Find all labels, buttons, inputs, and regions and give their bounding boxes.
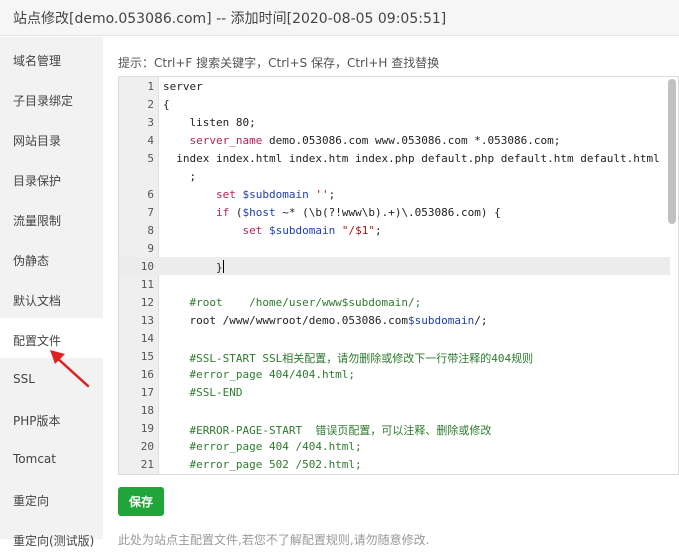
sidebar-item-site-dir[interactable]: 网站目录 [0,118,103,158]
text-cursor [222,260,224,273]
code-line: 5 index index.html index.htm index.php d… [119,149,670,167]
code-line: 17 #SSL-END [119,383,670,401]
dialog-titlebar: 站点修改[demo.053086.com] -- 添加时间[2020-08-05… [0,0,679,36]
line-number: 18 [140,404,154,417]
line-number: 4 [147,134,154,147]
sidebar-item-subdir-binding[interactable]: 子目录绑定 [0,78,103,118]
line-number: 17 [140,386,154,399]
line-number: 19 [140,422,154,435]
line-number: 15 [140,350,154,363]
code-text: set $subdomain "/$1"; [242,224,382,237]
annotation-arrow-icon [50,350,90,388]
code-text: root /www/wwwroot/demo.053086.com$subdom… [163,314,488,327]
code-text: listen 80; [163,116,256,129]
code-text: } [163,260,224,274]
line-number: 5 [147,152,154,165]
code-line: 16 #error_page 404/404.html; [119,365,670,383]
code-text: #error_page 404/404.html; [163,368,356,381]
code-text: server [163,80,203,93]
line-number: 7 [147,206,154,219]
code-line: 8 set $subdomain "/$1"; [119,221,670,239]
code-line: 20 #error_page 404 /404.html; [119,437,670,455]
sidebar-item-label: 重定向 [13,494,50,508]
sidebar-item-traffic-limit[interactable]: 流量限制 [0,198,103,238]
line-number: 12 [140,296,154,309]
sidebar-item-label: 网站目录 [13,134,62,148]
code-text: #root /home/user/www$subdomain/; [163,296,422,309]
code-line: 14 [119,329,670,347]
code-line: 13 root /www/wwwroot/demo.053086.com$sub… [119,311,670,329]
line-number: 8 [147,224,154,237]
code-text: #SSL-START SSL相关配置，请勿删除或修改下一行带注释的404规则 [163,352,534,365]
code-line: 2{ [119,95,670,113]
line-number: 6 [147,188,154,201]
sidebar-item-tomcat[interactable]: Tomcat [0,438,103,478]
sidebar-item-label: 域名管理 [13,54,62,68]
sidebar-item-label: 子目录绑定 [13,94,74,108]
config-warning-note: 此处为站点主配置文件,若您不了解配置规则,请勿随意修改. [118,533,430,547]
line-number: 9 [147,242,154,255]
code-line: 12 #root /home/user/www$subdomain/; [119,293,670,311]
code-line: 21 #error_page 502 /502.html; [119,455,670,473]
code-text: #SSL-END [163,386,243,399]
code-line: 3 listen 80; [119,113,670,131]
sidebar-item-label: 流量限制 [13,214,62,228]
code-line: 18 [119,401,670,419]
code-line: 6 set $subdomain ''; [119,185,670,203]
sidebar-item-label: SSL [13,372,35,386]
line-number: 14 [140,332,154,345]
code-line: 1 server [119,77,670,95]
sidebar-item-label: 伪静态 [13,254,50,268]
line-number: 16 [140,368,154,381]
code-text: { [163,98,170,111]
code-text: #error_page 502 /502.html; [163,458,362,471]
code-text: if ($host ~* (\b(?!www\b).+)\.053086.com… [215,206,501,219]
code-text: #error_page 404 /404.html; [163,440,362,453]
sidebar-item-label: Tomcat [13,452,56,466]
code-text: #ERROR-PAGE-START 错误页配置，可以注释、删除或修改 [163,424,492,437]
sidebar-item-label: 目录保护 [13,174,62,188]
sidebar-item-php-version[interactable]: PHP版本 [0,398,103,438]
code-text: set $subdomain ''; [215,188,336,201]
line-number: 1 [147,80,154,93]
line-number: 3 [147,116,154,129]
line-number: 21 [140,458,154,471]
sidebar-item-label: 重定向(测试版) [13,534,95,548]
sidebar-item-default-doc[interactable]: 默认文档 [0,278,103,318]
code-line: 15 #SSL-START SSL相关配置，请勿删除或修改下一行带注释的404规… [119,347,670,365]
sidebar-item-domain[interactable]: 域名管理 [0,38,103,78]
line-number: 13 [140,314,154,327]
dialog-title: 站点修改[demo.053086.com] -- 添加时间[2020-08-05… [13,11,447,27]
code-line: 19 #ERROR-PAGE-START 错误页配置，可以注释、删除或修改 [119,419,670,437]
code-line: 9 [119,239,670,257]
line-number: 11 [140,278,154,291]
code-text: server_name demo.053086.com www.053086.c… [189,134,561,147]
shortcut-hint: 提示：Ctrl+F 搜索关键字，Ctrl+S 保存，Ctrl+H 查找替换 [118,56,440,70]
sidebar-item-dir-protect[interactable]: 目录保护 [0,158,103,198]
code-line: 7 if ($host ~* (\b(?!www\b).+)\.053086.c… [119,203,670,221]
sidebar-item-label: 默认文档 [13,294,62,308]
code-line: 10 } [119,257,670,275]
sidebar-item-redirect-beta[interactable]: 重定向(测试版) [0,518,103,558]
line-number: 2 [147,98,154,111]
code-text: ; [163,170,197,183]
save-button[interactable]: 保存 [118,487,164,516]
line-number: 20 [140,440,154,453]
sidebar-item-label: PHP版本 [13,414,61,428]
code-line: 11 [119,275,670,293]
sidebar-item-redirect[interactable]: 重定向 [0,478,103,518]
line-number: 10 [140,260,154,273]
code-line: ; [119,167,670,185]
sidebar-item-rewrite[interactable]: 伪静态 [0,238,103,278]
editor-scrollbar[interactable] [668,79,676,224]
code-text: index index.html index.htm index.php def… [163,152,660,165]
code-editor[interactable]: 1 server 2{3 listen 80; 4 server_name demo.… [118,76,679,475]
code-line: 4 server_name demo.053086.com www.053086… [119,131,670,149]
sidebar: 域名管理 子目录绑定 网站目录 目录保护 流量限制 伪静态 默认文档 配置文件 … [0,37,103,548]
